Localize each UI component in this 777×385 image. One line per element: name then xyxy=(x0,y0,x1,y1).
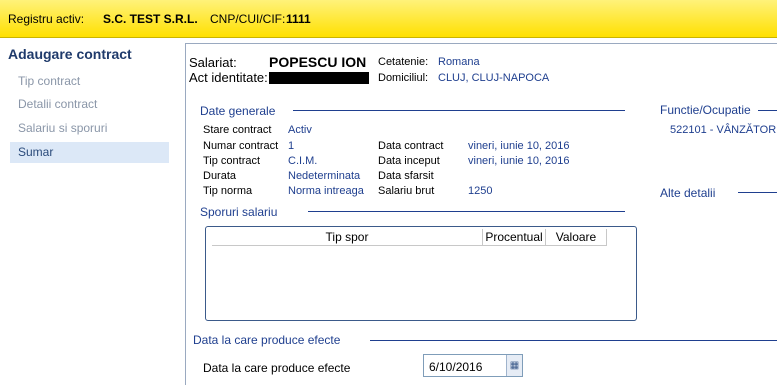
cetatenie-value: Romana xyxy=(438,56,480,68)
domiciliu-value: CLUJ, CLUJ-NAPOCA xyxy=(438,72,550,84)
section-divider xyxy=(370,340,777,341)
domiciliu-label: Domiciliul: xyxy=(378,72,429,84)
col-valoare[interactable]: Valoare xyxy=(546,229,607,246)
section-data-efecte: Data la care produce efecte xyxy=(193,333,341,347)
data-inceput-value: vineri, iunie 10, 2016 xyxy=(468,155,570,167)
stare-value: Activ xyxy=(288,124,312,136)
cnp-label: CNP/CUI/CIF: xyxy=(210,12,286,26)
section-functie: Functie/Ocupatie xyxy=(660,103,751,117)
salariu-brut-label: Salariu brut xyxy=(378,185,435,197)
summary-panel: Salariat: POPESCU ION Cetatenie: Romana … xyxy=(185,43,777,385)
section-divider xyxy=(758,110,777,111)
date-efecte-field[interactable]: 6/10/2016 ▦ xyxy=(423,354,523,377)
redacted-id xyxy=(269,72,369,84)
section-alte-detalii: Alte detalii xyxy=(660,186,716,200)
salariat-label: Salariat: xyxy=(189,55,237,70)
numar-value: 1 xyxy=(288,140,295,152)
durata-value: Nedeterminata xyxy=(288,170,361,182)
data-sfarsit-label: Data sfarsit xyxy=(378,170,434,182)
stare-label: Stare contract xyxy=(203,124,272,136)
tip-contract-label: Tip contract xyxy=(203,155,261,167)
top-bar: Registru activ: S.C. TEST S.R.L. CNP/CUI… xyxy=(0,0,777,38)
data-efecte-label: Data la care produce efecte xyxy=(203,361,351,375)
numar-label: Numar contract xyxy=(203,140,279,152)
sidebar-item-salariu-sporuri[interactable]: Salariu si sporuri xyxy=(10,118,169,139)
sidebar-title: Adaugare contract xyxy=(8,46,132,62)
col-tip-spor[interactable]: Tip spor xyxy=(212,229,483,246)
calendar-icon[interactable]: ▦ xyxy=(506,355,522,376)
registry-label: Registru activ: xyxy=(8,12,85,26)
section-sporuri: Sporuri salariu xyxy=(200,205,278,219)
act-identitate-label: Act identitate: xyxy=(189,70,268,85)
data-contract-value: vineri, iunie 10, 2016 xyxy=(468,140,570,152)
norma-value: Norma intreaga xyxy=(288,185,364,197)
data-contract-label: Data contract xyxy=(378,140,444,152)
sporuri-table[interactable]: Tip spor Procentual Valoare xyxy=(205,226,637,321)
date-efecte-value[interactable]: 6/10/2016 xyxy=(429,360,482,374)
cetatenie-label: Cetatenie: xyxy=(378,56,429,68)
section-divider xyxy=(308,211,625,212)
employee-name: POPESCU ION xyxy=(269,54,367,70)
section-divider xyxy=(738,192,777,193)
norma-label: Tip norma xyxy=(203,185,253,197)
sidebar-item-detalii-contract[interactable]: Detalii contract xyxy=(10,94,169,115)
sidebar-item-tip-contract[interactable]: Tip contract xyxy=(10,71,169,92)
sidebar-item-sumar[interactable]: Sumar xyxy=(10,142,169,163)
section-date-generale: Date generale xyxy=(200,104,276,118)
company-name: S.C. TEST S.R.L. xyxy=(103,12,198,26)
sidebar: Adaugare contract Tip contract Detalii c… xyxy=(0,38,180,384)
functie-value: 522101 - VÂNZĂTOR xyxy=(670,124,777,136)
tip-contract-value: C.I.M. xyxy=(288,155,318,167)
cnp-value: 1111 xyxy=(286,12,311,26)
salariu-brut-value: 1250 xyxy=(468,185,493,197)
data-inceput-label: Data inceput xyxy=(378,155,440,167)
durata-label: Durata xyxy=(203,170,237,182)
section-divider xyxy=(293,110,625,111)
col-procentual[interactable]: Procentual xyxy=(483,229,546,246)
